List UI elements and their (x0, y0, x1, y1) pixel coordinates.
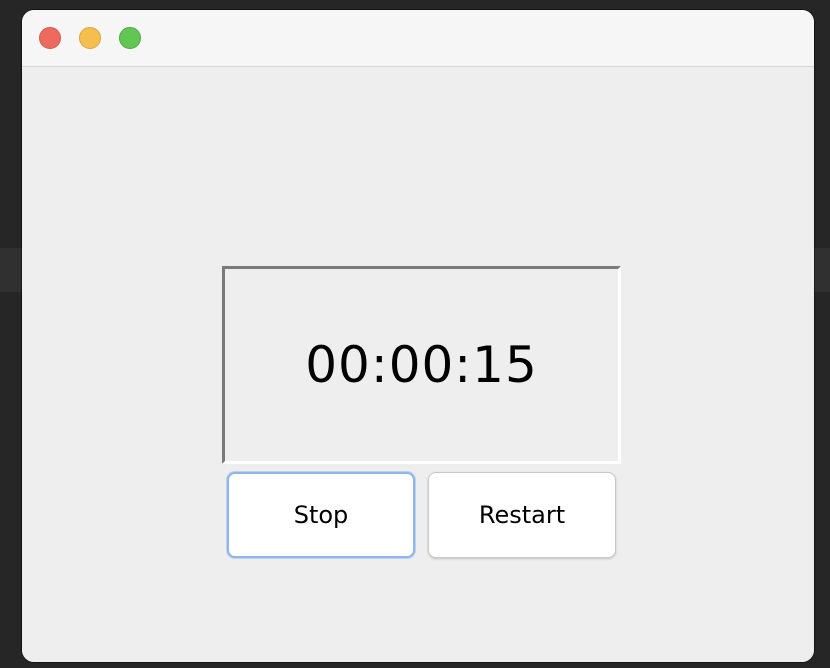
elapsed-time: 00:00:15 (305, 336, 538, 394)
timer-display: 00:00:15 (222, 266, 621, 464)
minimize-window-button[interactable] (79, 27, 101, 49)
close-window-button[interactable] (39, 27, 61, 49)
timer-window: 00:00:15 Stop Restart (22, 10, 814, 662)
zoom-window-button[interactable] (119, 27, 141, 49)
desktop: 00:00:15 Stop Restart (0, 0, 830, 668)
window-content: 00:00:15 Stop Restart (22, 67, 814, 662)
stop-button[interactable]: Stop (227, 472, 415, 558)
title-bar[interactable] (22, 10, 814, 67)
restart-button[interactable]: Restart (428, 472, 616, 558)
